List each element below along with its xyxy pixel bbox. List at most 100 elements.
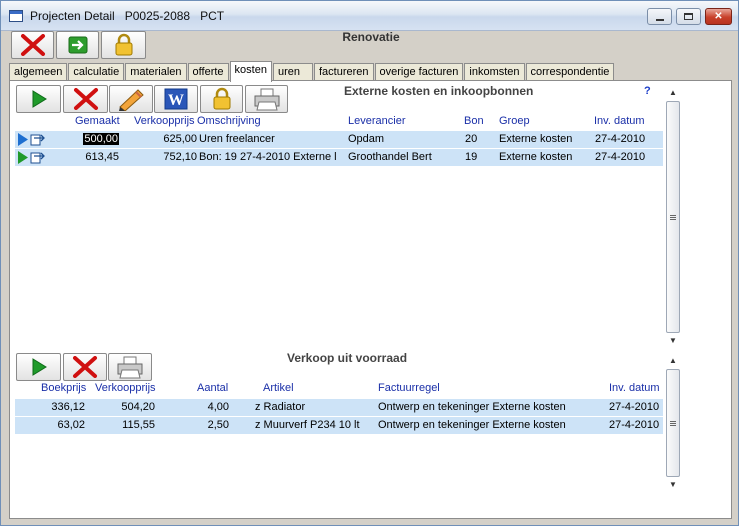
close-window-button[interactable]: ✕ [705,8,732,25]
exit-button[interactable] [56,31,99,59]
exit-arrow-icon [68,36,87,54]
tab-uren[interactable]: uren [272,63,313,81]
cell-boekprijs[interactable]: 336,12 [35,401,85,413]
cell-boekprijs[interactable]: 63,02 [35,419,85,431]
cell-omschrijving[interactable]: Uren freelancer [199,133,275,145]
tab-overige-facturen[interactable]: overige facturen [374,63,464,81]
cell-inv-datum[interactable]: 27-4-2010 [595,133,645,145]
tab-inkomsten[interactable]: inkomsten [464,63,525,81]
pencil-icon [119,89,144,111]
maximize-icon [684,13,693,20]
ext-edit-button[interactable] [109,85,153,113]
ext-open-button[interactable] [16,85,61,113]
cell-aantal[interactable]: 4,00 [185,401,229,413]
cell-artikel[interactable]: z Muurverf P234 10 lt [255,419,360,431]
cell-verkoopprijs[interactable]: 752,10 [145,151,197,163]
cell-groep[interactable]: Externe kosten [499,151,572,163]
col-bon[interactable]: Bon [464,115,484,127]
cell-omschrijving[interactable]: Bon: 19 27-4-2010 Externe l [199,151,344,163]
svg-text:W: W [168,92,184,109]
tab-calculatie[interactable]: calculatie [68,63,125,81]
col-gemaakt[interactable]: Gemaakt [75,115,120,127]
col-leverancier[interactable]: Leverancier [348,115,405,127]
tab-algemeen[interactable]: algemeen [9,63,68,81]
cell-bon[interactable]: 19 [465,151,477,163]
cell-verkoopprijs[interactable]: 115,55 [103,419,155,431]
stock-sales-title: Verkoop uit voorraad [287,351,408,365]
col-factuurregel[interactable]: Factuurregel [378,382,440,394]
cell-leverancier[interactable]: Groothandel Bert [348,151,432,163]
delete-button[interactable] [11,31,54,59]
cell-leverancier[interactable]: Opdam [348,133,384,145]
cell-verkoopprijs[interactable]: 504,20 [103,401,155,413]
scroll-thumb[interactable] [666,369,680,477]
tab-materialen[interactable]: materialen [125,63,187,81]
grip-icon [670,214,676,220]
col-aantal[interactable]: Aantal [197,382,228,394]
ext-word-button[interactable]: W [154,85,198,113]
lock-icon [213,87,230,110]
table-row[interactable]: 613,45 752,10 Bon: 19 27-4-2010 Externe … [15,149,663,166]
cell-bon[interactable]: 20 [465,133,477,145]
delete-cross-icon [73,88,98,110]
table-row[interactable]: 336,12 504,20 4,00 z Radiator Ontwerp en… [15,399,663,416]
row-open-icon[interactable] [17,132,45,147]
word-icon: W [164,88,188,110]
table-row[interactable]: 63,02 115,55 2,50 z Muurverf P234 10 lt … [15,417,663,434]
window-title: Projecten Detail P0025-2088 PCT [30,9,225,23]
col-artikel[interactable]: Artikel [263,382,294,394]
tab-offerte[interactable]: offerte [187,63,229,81]
row-open-icon[interactable] [17,150,45,165]
maximize-button[interactable] [676,8,701,25]
col-groep[interactable]: Groep [499,115,530,127]
external-costs-scrollbar[interactable]: ▲ ▼ [665,85,681,349]
scroll-down-icon[interactable]: ▼ [665,333,681,349]
help-link[interactable]: ? [644,85,651,97]
title-bar[interactable]: Projecten Detail P0025-2088 PCT ✕ [1,1,738,31]
stock-print-button[interactable] [108,353,152,381]
stock-open-button[interactable] [16,353,61,381]
scroll-up-icon[interactable]: ▲ [665,353,681,369]
play-icon [32,358,47,376]
app-window-icon [9,10,23,22]
cell-gemaakt[interactable]: 500,00 [83,133,119,145]
col-omschrijving[interactable]: Omschrijving [197,115,261,127]
col-inv-datum[interactable]: Inv. datum [594,115,645,127]
col-verkoopprijs[interactable]: Verkoopprijs [95,382,156,394]
cell-gemaakt[interactable]: 613,45 [69,151,119,163]
col-boekprijs[interactable]: Boekprijs [41,382,86,394]
minimize-button[interactable] [647,8,672,25]
minimize-icon [655,18,664,21]
cell-inv-datum[interactable]: 27-4-2010 [609,401,659,413]
cell-inv-datum[interactable]: 27-4-2010 [609,419,659,431]
ext-delete-button[interactable] [63,85,108,113]
cell-factuurregel[interactable]: Ontwerp en tekeninger Externe kosten [378,419,566,431]
tab-kosten[interactable]: kosten [229,61,272,82]
cell-verkoopprijs[interactable]: 625,00 [145,133,197,145]
tab-correspondentie[interactable]: correspondentie [525,63,615,81]
scroll-thumb[interactable] [666,101,680,333]
scroll-up-icon[interactable]: ▲ [665,85,681,101]
external-costs-title: Externe kosten en inkoopbonnen [344,84,534,98]
lock-button[interactable] [101,31,146,59]
project-name-title: Renovatie [342,30,400,44]
col-inv-datum[interactable]: Inv. datum [609,382,660,394]
printer-icon [117,356,143,379]
lock-icon [115,33,132,56]
scroll-down-icon[interactable]: ▼ [665,477,681,493]
ext-print-button[interactable] [245,85,288,113]
table-row[interactable]: 500,00 625,00 Uren freelancer Opdam 20 E… [15,131,663,148]
printer-icon [254,88,279,111]
col-verkoopprijs[interactable]: Verkoopprijs [134,115,195,127]
stock-delete-button[interactable] [63,353,107,381]
tab-factureren[interactable]: factureren [313,63,374,81]
cell-aantal[interactable]: 2,50 [185,419,229,431]
delete-cross-icon [20,34,45,56]
cell-inv-datum[interactable]: 27-4-2010 [595,151,645,163]
cell-factuurregel[interactable]: Ontwerp en tekeninger Externe kosten [378,401,566,413]
ext-lock-button[interactable] [200,85,243,113]
cell-artikel[interactable]: z Radiator [255,401,305,413]
stock-sales-scrollbar[interactable]: ▲ ▼ [665,353,681,493]
tab-strip: algemeen calculatie materialen offerte k… [9,61,615,82]
cell-groep[interactable]: Externe kosten [499,133,572,145]
